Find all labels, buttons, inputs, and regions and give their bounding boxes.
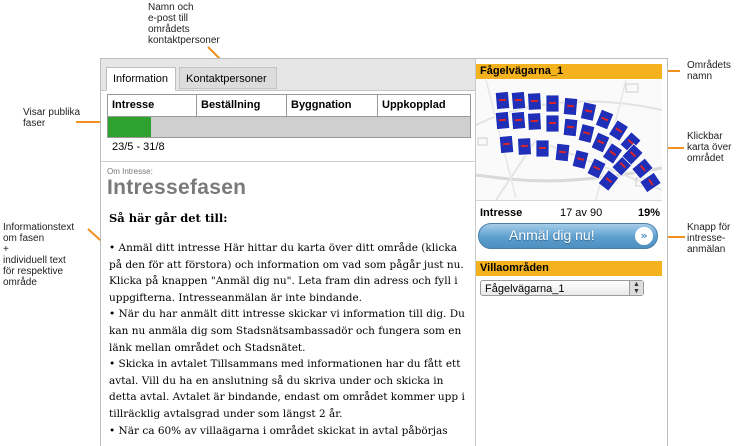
info-paragraph: • När du har anmält ditt intresse skicka… <box>109 308 465 354</box>
phase-title: Intressefasen <box>107 176 247 199</box>
apply-now-label: Anmäl dig nu! <box>509 227 595 243</box>
tab-kontaktpersoner[interactable]: Kontaktpersoner <box>179 67 277 89</box>
phase-progress-fill <box>108 117 152 137</box>
annotation-area-name: Områdets namn <box>687 60 731 82</box>
map-plot-marker <box>549 102 556 104</box>
area-map[interactable] <box>476 80 662 201</box>
how-title: Så här går det till: <box>109 211 228 225</box>
tab-information[interactable]: Information <box>106 67 176 91</box>
map-plot-marker <box>530 99 539 103</box>
info-paragraph: • Anmäl ditt intresse Här hittar du kart… <box>109 242 464 304</box>
annotation-info-text: Informationstext om fasen + individuell … <box>3 222 75 288</box>
annotation-apply-button: Knapp för intresse- anmälan <box>687 222 731 255</box>
phase-indicator: Intresse Beställning Byggnation Uppkoppl… <box>107 94 471 138</box>
phase-byggnation: Byggnation <box>287 95 378 116</box>
select-arrows-icon: ▲ ▼ <box>629 281 643 295</box>
info-paragraph: • När ca 60% av villaägarna i området sk… <box>109 424 448 437</box>
phase-bestallning: Beställning <box>197 95 287 116</box>
stats-percent: 19% <box>637 207 660 219</box>
app-frame: Information Kontaktpersoner Intresse Bes… <box>100 58 668 446</box>
map-plot-marker <box>530 119 539 123</box>
villa-areas-header: Villaområden <box>476 261 662 276</box>
villa-area-select[interactable]: Fågelvägarna_1 ▲ ▼ <box>480 280 644 296</box>
info-panel: Information Kontaktpersoner Intresse Bes… <box>101 59 475 446</box>
apply-now-button[interactable]: Anmäl dig nu! » <box>478 223 658 249</box>
phase-progress-track <box>108 116 470 137</box>
chevron-right-icon: » <box>635 227 653 245</box>
map-plot-marker <box>549 122 556 124</box>
area-name-header: Fågelvägarna_1 <box>476 64 662 79</box>
tab-bar: Information Kontaktpersoner <box>101 59 475 91</box>
map-plot-marker <box>539 147 546 149</box>
area-panel: Fågelvägarna_1 Intresse 17 av 90 19% Anm… <box>476 59 667 446</box>
map-plot-marker <box>520 144 529 148</box>
phase-intresse: Intresse <box>108 95 197 116</box>
info-paragraph: • Skicka in avtalet Tillsammans med info… <box>109 358 465 420</box>
annotation-public-phases: Visar publika faser <box>23 107 81 129</box>
phase-dates: 23/5 - 31/8 <box>112 141 165 153</box>
divider <box>101 161 475 162</box>
stats-count: 17 av 90 <box>560 207 603 219</box>
stats-label: Intresse <box>480 207 523 219</box>
info-text: • Anmäl ditt intresse Här hittar du kart… <box>109 240 469 439</box>
map-svg <box>476 80 662 200</box>
interest-stats: Intresse 17 av 90 19% <box>480 207 660 221</box>
section-label: Om Intresse: <box>107 167 153 176</box>
annotation-map: Klickbar karta över området <box>687 131 732 164</box>
map-plots <box>494 91 662 194</box>
annotation-contacts: Namn och e-post till områdets kontaktper… <box>148 2 220 46</box>
phase-uppkopplad: Uppkopplad <box>378 95 470 116</box>
villa-area-selected: Fågelvägarna_1 <box>485 283 565 295</box>
